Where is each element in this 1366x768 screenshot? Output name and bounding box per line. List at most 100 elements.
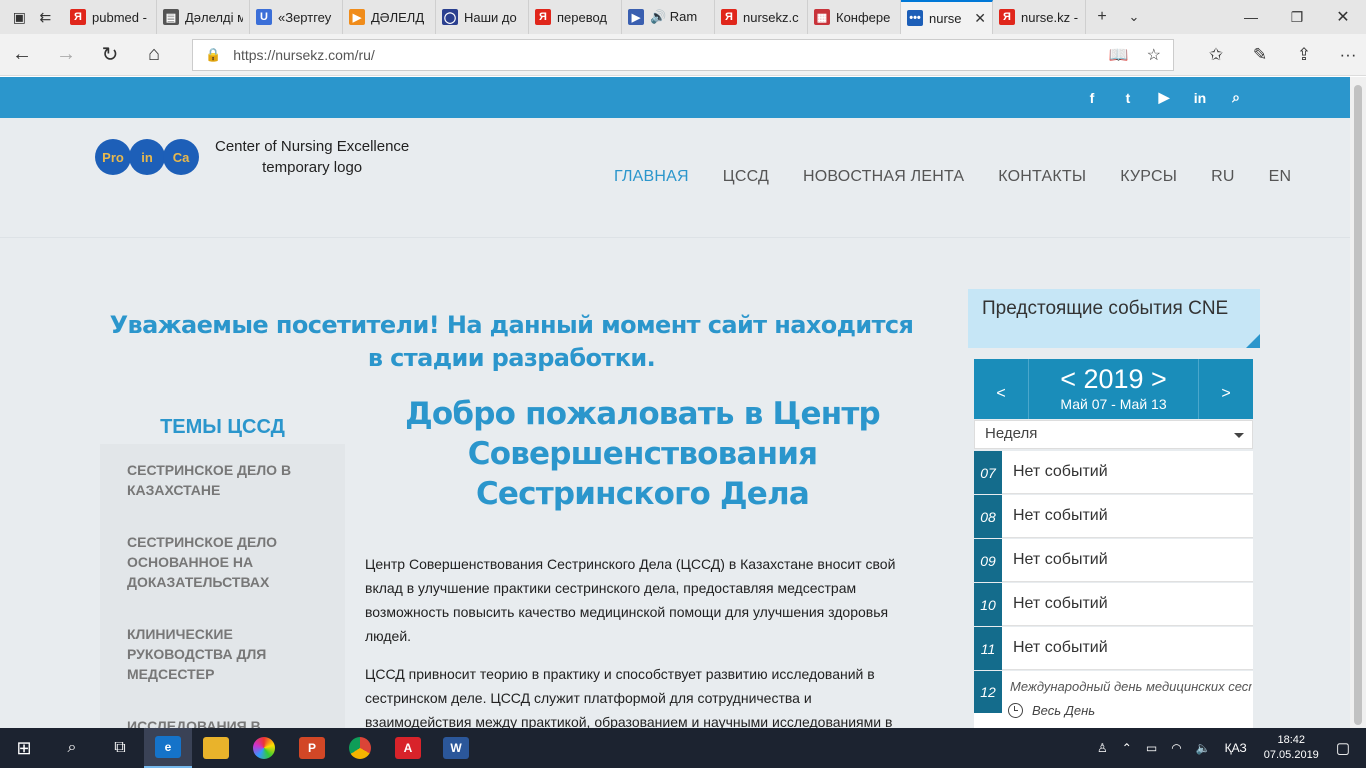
lock-icon: 🔒 [205, 47, 222, 62]
url-field[interactable]: 🔒 https://nursekz.com/ru/ 📖 ☆ [192, 39, 1174, 71]
word-icon[interactable]: W [432, 728, 480, 768]
event-time: Весь День [1008, 703, 1095, 718]
tray-expand-icon[interactable]: ⌃ [1122, 741, 1132, 755]
powerpoint-icon[interactable]: P [288, 728, 336, 768]
tab-title: Дәлелді м [185, 9, 243, 25]
event-title-link[interactable]: Международный день медицинских сестер [1010, 679, 1252, 694]
task-view-icon[interactable]: ⧉ [96, 728, 144, 768]
action-center-icon[interactable]: ▢ [1336, 739, 1350, 757]
notes-pen-icon[interactable]: ✎ [1238, 45, 1282, 65]
menu-contacts[interactable]: КОНТАКТЫ [998, 168, 1086, 186]
view-select[interactable]: Неделя [974, 420, 1253, 449]
url-text[interactable]: https://nursekz.com/ru/ [233, 47, 1091, 63]
browser-tab[interactable]: ▶ ДӘЛЕЛД [343, 0, 436, 34]
browser-tab[interactable]: U «Зертгеу [250, 0, 343, 34]
calendar-day: 08 Нет событий [974, 495, 1253, 538]
browser-tab[interactable]: Яnursekz.c [715, 0, 808, 34]
close-window-icon[interactable]: ✕ [1320, 7, 1366, 27]
menu-courses[interactable]: КУРСЫ [1120, 168, 1177, 186]
site-header: Pro in Ca Center of Nursing Excellence t… [0, 118, 1350, 238]
chrome-icon[interactable] [336, 728, 384, 768]
new-tab-icon[interactable]: + [1086, 8, 1118, 26]
tab-title: nursekz.c [743, 9, 799, 25]
scrollbar-thumb[interactable] [1354, 85, 1362, 725]
tab-title: nurse.kz - [1021, 9, 1079, 25]
clock-time: 18:42 [1277, 734, 1306, 746]
tab-actions: ▣ ⇇ [0, 0, 64, 34]
menu-cssd[interactable]: ЦССД [723, 168, 769, 186]
restore-icon[interactable]: ❐ [1274, 9, 1320, 26]
tab-title: «Зертгеу [278, 9, 332, 25]
taskbar-clock[interactable]: 18:42 07.05.2019 [1264, 733, 1319, 763]
year-switcher[interactable]: < 2019 > [1029, 359, 1198, 396]
set-aside-tabs-icon[interactable]: ⇇ [40, 9, 52, 26]
logo-circle-in: in [129, 139, 165, 175]
twitter-icon[interactable]: t [1110, 90, 1146, 106]
volume-icon[interactable]: 🔈 [1196, 741, 1211, 755]
tab-preview-icon[interactable]: ▣ [13, 9, 26, 26]
browser-tab[interactable]: ▤ Дәлелді м [157, 0, 250, 34]
topic-clinical-guidelines[interactable]: КЛИНИЧЕСКИЕ РУКОВОДСТВА ДЛЯ МЕДСЕСТЕР [127, 624, 327, 684]
acrobat-icon[interactable]: A [384, 728, 432, 768]
browser-tab[interactable]: Яnurse.kz - [993, 0, 1086, 34]
menu-home[interactable]: ГЛАВНАЯ [614, 168, 689, 186]
refresh-icon[interactable]: ↻ [88, 42, 132, 67]
next-week-button[interactable]: > [1198, 359, 1253, 419]
battery-icon[interactable]: ▭ [1146, 741, 1157, 755]
home-icon[interactable]: ⌂ [132, 43, 176, 66]
web-page: f t ▶ in ⌕ Pro in Ca Center of Nursing E… [0, 77, 1350, 728]
close-tab-icon[interactable]: ✕ [974, 10, 986, 27]
linkedin-icon[interactable]: in [1182, 90, 1218, 106]
forward-arrow-icon[interactable]: → [44, 43, 88, 66]
start-windows-icon[interactable]: ⊞ [0, 728, 48, 768]
calendar-day: 10 Нет событий [974, 583, 1253, 626]
topic-nursing-kz[interactable]: СЕСТРИНСКОЕ ДЕЛО В КАЗАХСТАНЕ [127, 460, 327, 500]
more-menu-icon[interactable]: ··· [1326, 45, 1366, 65]
tab-title: 🔊 Ram [650, 9, 698, 24]
people-icon[interactable]: ♙ [1097, 741, 1108, 755]
menu-lang-en[interactable]: EN [1269, 168, 1292, 186]
browser-tab[interactable]: ▦ Конфере [808, 0, 901, 34]
browser-tab[interactable]: Яперевод [529, 0, 622, 34]
back-arrow-icon[interactable]: ← [0, 43, 44, 66]
edge-app-icon[interactable]: e [144, 728, 192, 768]
favorites-icon[interactable]: ✩ [1194, 45, 1238, 65]
favorite-star-icon[interactable]: ☆ [1147, 45, 1161, 65]
minimize-icon[interactable]: — [1228, 9, 1274, 25]
topic-evidence-based[interactable]: СЕСТРИНСКОЕ ДЕЛО ОСНОВАННОЕ НА ДОКАЗАТЕЛ… [127, 532, 327, 592]
calendar-day: 07 Нет событий [974, 451, 1253, 494]
language-indicator[interactable]: ҚАЗ [1225, 741, 1247, 755]
intro-text: Центр Совершенствования Сестринского Дел… [365, 552, 917, 728]
site-logo[interactable]: Pro in Ca Center of Nursing Excellence t… [95, 136, 409, 178]
browser-tab[interactable]: ◯ Наши до [436, 0, 529, 34]
menu-news[interactable]: НОВОСТНАЯ ЛЕНТА [803, 168, 964, 186]
tab-list-chevron-icon[interactable]: ⌄ [1118, 9, 1150, 25]
reading-view-icon[interactable]: 📖 [1109, 45, 1129, 65]
file-explorer-icon[interactable] [192, 728, 240, 768]
browser-tab[interactable]: ▶ 🔊 Ram [622, 0, 715, 34]
page-scrollbar[interactable] [1350, 77, 1366, 728]
search-icon[interactable]: ⌕ [1218, 89, 1254, 106]
browser-tab[interactable]: Яpubmed - [64, 0, 157, 34]
day-number: 09 [974, 539, 1002, 582]
topic-research[interactable]: ИССЛЕДОВАНИЯ В [127, 716, 327, 728]
day-events: Нет событий [1013, 639, 1108, 656]
youtube-icon[interactable]: ▶ [1146, 89, 1182, 106]
search-icon[interactable]: ⌕ [48, 728, 96, 768]
facebook-icon[interactable]: f [1074, 90, 1110, 106]
menu-lang-ru[interactable]: RU [1211, 168, 1235, 186]
prev-week-button[interactable]: < [974, 359, 1029, 419]
browser-tab[interactable]: ••• nurse ✕ [901, 0, 993, 34]
tab-favicon: ▶ [628, 9, 644, 25]
dropdown-caret-icon [1234, 433, 1244, 438]
share-icon[interactable]: ⇪ [1282, 45, 1326, 65]
day-number: 08 [974, 495, 1002, 538]
day-number: 12 [974, 671, 1002, 713]
wifi-icon[interactable]: ◠ [1171, 741, 1181, 755]
calendar-day: 11 Нет событий [974, 627, 1253, 670]
color-wheel-app-icon[interactable] [240, 728, 288, 768]
browser-tab-bar: ▣ ⇇ Яpubmed - ▤ Дәлелді м U «Зертгеу ▶ ДӘЛЕЛД ◯… [0, 0, 1366, 34]
main-menu: ГЛАВНАЯ ЦССД НОВОСТНАЯ ЛЕНТА КОНТАКТЫ КУ… [597, 168, 1308, 186]
week-range: Май 07 - Май 13 [1060, 396, 1167, 412]
view-select-value: Неделя [985, 425, 1038, 442]
